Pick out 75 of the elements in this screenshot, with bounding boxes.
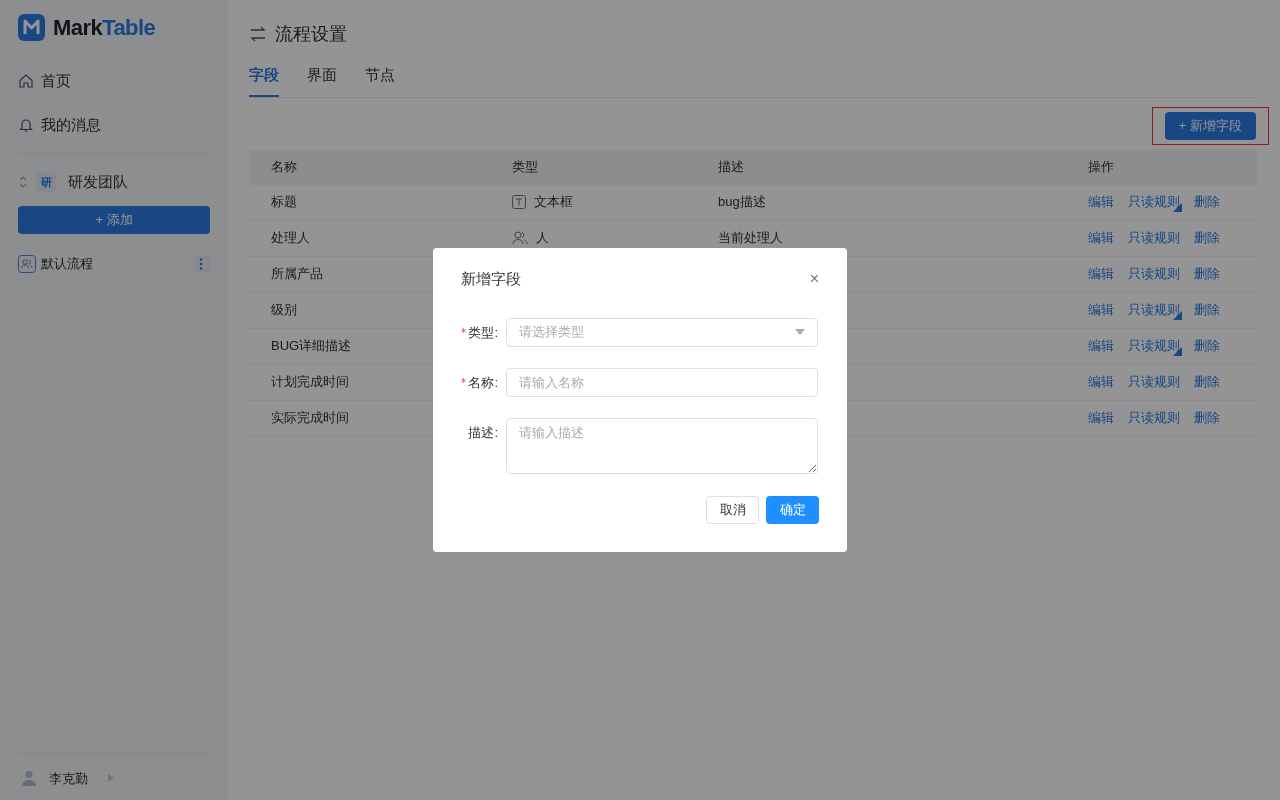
tab[interactable]: 节点 [365, 64, 395, 97]
read-only-rule-link[interactable]: 只读规则 [1128, 338, 1180, 354]
table-cell-text: 实际完成时间 [270, 410, 349, 426]
edit-link[interactable]: 编辑 [1088, 410, 1114, 426]
edit-link[interactable]: 编辑 [1088, 230, 1114, 246]
field-label: 名称: [461, 367, 498, 397]
close-button[interactable]: × [809, 271, 819, 288]
home-icon [18, 73, 34, 89]
field-label: 类型: [461, 317, 498, 347]
read-only-rule-link[interactable]: 只读规则 [1128, 374, 1180, 390]
delete-link[interactable]: 删除 [1194, 410, 1220, 426]
tab[interactable]: 界面 [307, 64, 337, 97]
user-name: 李克勤 [49, 769, 88, 788]
confirm-button[interactable]: 确定 [766, 495, 819, 524]
add-button[interactable]: + 添加 [18, 206, 210, 234]
edit-link[interactable]: 编辑 [1088, 302, 1114, 318]
delete-link[interactable]: 删除 [1194, 338, 1220, 354]
edit-link[interactable]: 编辑 [1088, 374, 1114, 390]
team-badge: 研 [36, 172, 56, 192]
table-cell-text: 标题 [270, 194, 297, 210]
column-header: 描述 [718, 158, 745, 177]
table-cell-text: BUG详细描述 [270, 338, 352, 354]
table-cell-text: 处理人 [270, 230, 310, 246]
delete-link[interactable]: 删除 [1194, 302, 1220, 318]
select-placeholder: 请选择类型 [519, 323, 584, 342]
delete-link[interactable]: 删除 [1194, 374, 1220, 390]
flow-item[interactable]: 默认流程 [18, 250, 210, 278]
cancel-button[interactable]: 取消 [706, 495, 759, 524]
delete-link[interactable]: 删除 [1194, 194, 1220, 210]
required-mark-icon [461, 327, 467, 333]
delete-link[interactable]: 删除 [1194, 266, 1220, 282]
column-header: 类型 [512, 158, 539, 177]
nav-item[interactable]: 首页 [18, 65, 210, 97]
table-cell-text: 所属产品 [270, 266, 323, 282]
page-title: 流程设置 [275, 22, 347, 46]
team-name: 研发团队 [68, 171, 128, 192]
read-only-rule-link[interactable]: 只读规则 [1128, 410, 1180, 426]
logo-icon [18, 14, 45, 41]
switch-arrows-icon [249, 26, 267, 42]
read-only-rule-link[interactable]: 只读规则 [1128, 266, 1180, 282]
people-icon [512, 231, 528, 245]
delete-link[interactable]: 删除 [1194, 230, 1220, 246]
edit-link[interactable]: 编辑 [1088, 266, 1114, 282]
bell-icon [18, 117, 34, 133]
required-mark-icon [461, 377, 467, 383]
dropdown-caret-icon [795, 329, 805, 335]
caret-right-icon[interactable] [108, 774, 114, 783]
text-box-icon [512, 195, 526, 209]
tab[interactable]: 字段 [249, 64, 279, 97]
dialog-title: 新增字段 [461, 269, 521, 289]
expand-collapse-icon [18, 175, 28, 189]
edit-link[interactable]: 编辑 [1088, 194, 1114, 210]
more-options-icon[interactable] [192, 255, 210, 273]
read-only-rule-link[interactable]: 只读规则 [1128, 230, 1180, 246]
flow-name: 默认流程 [41, 255, 94, 274]
app-logo-text: MarkTable [53, 14, 156, 42]
table-cell: bug描述 [718, 194, 766, 209]
read-only-rule-link[interactable]: 只读规则 [1128, 302, 1180, 318]
read-only-rule-link[interactable]: 只读规则 [1128, 194, 1180, 210]
table-cell: 当前处理人 [718, 230, 783, 245]
add-field-button[interactable]: + 新增字段 [1164, 111, 1256, 140]
description-textarea[interactable]: 请输入描述 [506, 417, 818, 474]
nav-item[interactable]: 我的消息 [18, 109, 210, 141]
name-input[interactable]: 请输入名称 [506, 367, 818, 397]
edit-link[interactable]: 编辑 [1088, 338, 1114, 354]
table-cell-text: 级别 [270, 302, 297, 318]
table-cell-text: 计划完成时间 [270, 374, 349, 390]
table-cell: 文本框 [534, 194, 573, 210]
field-label: 描述: [467, 423, 498, 442]
type-select[interactable]: 请选择类型 [506, 317, 818, 347]
table-cell: 人 [536, 230, 549, 246]
user-avatar-icon [21, 770, 37, 787]
group-icon [18, 255, 36, 273]
column-header: 操作 [1088, 158, 1115, 177]
column-header: 名称 [270, 158, 298, 177]
